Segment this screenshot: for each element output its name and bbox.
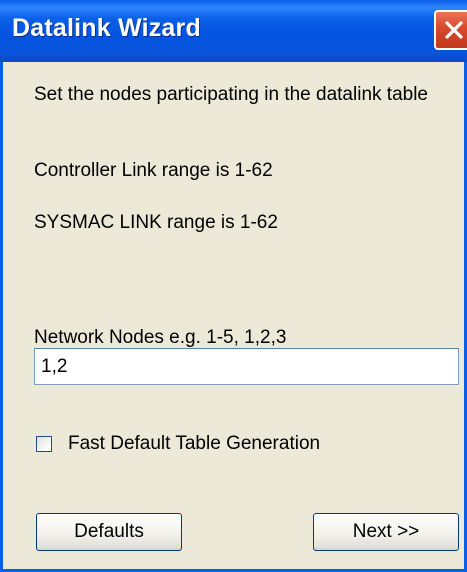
fast-default-label[interactable]: Fast Default Table Generation xyxy=(68,433,320,455)
close-button[interactable] xyxy=(434,10,467,50)
title-bar[interactable]: Datalink Wizard xyxy=(0,0,467,62)
controller-link-range-text: Controller Link range is 1-62 xyxy=(34,160,273,181)
defaults-button[interactable]: Defaults xyxy=(36,513,182,551)
datalink-wizard-window: Datalink Wizard Set the nodes participat… xyxy=(0,0,467,572)
network-nodes-label: Network Nodes e.g. 1-5, 1,2,3 xyxy=(34,327,287,348)
sysmac-link-range-text: SYSMAC LINK range is 1-62 xyxy=(34,212,278,233)
fast-default-checkbox-row[interactable]: Fast Default Table Generation xyxy=(36,432,320,456)
network-nodes-input[interactable] xyxy=(34,348,459,385)
close-icon xyxy=(445,21,463,39)
fast-default-checkbox[interactable] xyxy=(36,436,52,452)
window-title: Datalink Wizard xyxy=(12,14,201,42)
dialog-body: Set the nodes participating in the datal… xyxy=(0,62,467,572)
next-button[interactable]: Next >> xyxy=(313,513,459,551)
intro-text: Set the nodes participating in the datal… xyxy=(34,84,428,105)
